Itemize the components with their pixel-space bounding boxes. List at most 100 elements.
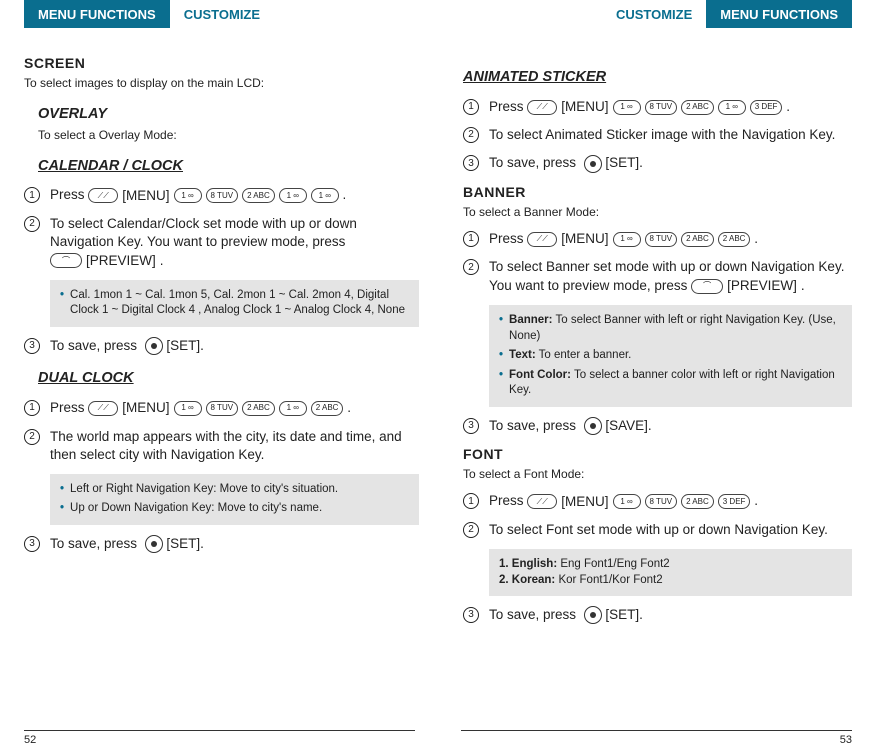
font-step2: To select Font set mode with up or down … bbox=[489, 521, 852, 539]
dual-step1: Press ⟋⟋ [MENU] 1 ∞ 8 TUV 2 ABC 1 ∞ 2 AB… bbox=[50, 399, 419, 418]
banner-step2: To select Banner set mode with up or dow… bbox=[489, 258, 852, 295]
text: Press bbox=[489, 99, 524, 114]
bullet-icon: • bbox=[499, 348, 503, 364]
font-steps: 1 Press ⟋⟋ [MENU] 1 ∞ 8 TUV 2 ABC 3 DEF … bbox=[463, 492, 852, 539]
page-53: CUSTOMIZE MENU FUNCTIONS ANIMATED STICKE… bbox=[437, 0, 874, 754]
dual-step3-list: 3 To save, press [SET]. bbox=[24, 535, 419, 553]
keypad-3-icon: 3 DEF bbox=[750, 100, 783, 115]
bullet-icon: • bbox=[60, 288, 64, 319]
keypad-2-icon: 2 ABC bbox=[718, 232, 751, 247]
keypad-1-icon: 1 ∞ bbox=[279, 188, 307, 203]
note-val: Eng Font1/Eng Font2 bbox=[557, 558, 670, 570]
tab-menu-functions: MENU FUNCTIONS bbox=[706, 0, 852, 28]
banner-step1: Press ⟋⟋ [MENU] 1 ∞ 8 TUV 2 ABC 2 ABC . bbox=[489, 230, 852, 249]
keypad-1-icon: 1 ∞ bbox=[279, 401, 307, 416]
sub-banner: To select a Banner Mode: bbox=[463, 204, 852, 220]
text: . bbox=[754, 231, 758, 246]
content-right: ANIMATED STICKER 1 Press ⟋⟋ [MENU] 1 ∞ 8… bbox=[463, 28, 852, 624]
keypad-2-icon: 2 ABC bbox=[681, 494, 714, 509]
set-label: [SET]. bbox=[166, 338, 204, 353]
note-val: To enter a banner. bbox=[536, 349, 632, 361]
select-key-icon bbox=[584, 606, 602, 624]
step-number: 2 bbox=[24, 216, 40, 232]
banner-step3: To save, press [SAVE]. bbox=[489, 417, 852, 435]
text: To save, press bbox=[489, 607, 576, 622]
sub-overlay: To select a Overlay Mode: bbox=[38, 127, 419, 143]
note-text: Font Color: To select a banner color wit… bbox=[509, 368, 842, 399]
menu-label: [MENU] bbox=[122, 187, 169, 205]
header-tabs-left: MENU FUNCTIONS CUSTOMIZE bbox=[24, 0, 419, 28]
soft-key-icon: ⟋⟋ bbox=[527, 100, 557, 115]
animated-step3: To save, press [SET]. bbox=[489, 154, 852, 172]
set-label: [SET]. bbox=[605, 607, 643, 622]
keypad-1-icon: 1 ∞ bbox=[718, 100, 746, 115]
note-text: Left or Right Navigation Key: Move to ci… bbox=[70, 482, 338, 498]
heading-font: FONT bbox=[463, 445, 852, 464]
sub-screen: To select images to display on the main … bbox=[24, 75, 419, 91]
bullet-icon: • bbox=[60, 482, 64, 498]
preview-label: [PREVIEW] bbox=[86, 252, 156, 270]
keypad-8-icon: 8 TUV bbox=[645, 494, 678, 509]
soft-key-icon: ⟋⟋ bbox=[527, 494, 557, 509]
heading-animated-sticker: ANIMATED STICKER bbox=[463, 68, 852, 88]
keypad-2-icon: 2 ABC bbox=[681, 100, 714, 115]
note-text: Banner: To select Banner with left or ri… bbox=[509, 313, 842, 344]
text: Press bbox=[489, 231, 524, 246]
note-text: Text: To enter a banner. bbox=[509, 348, 631, 364]
bullet-icon: • bbox=[499, 313, 503, 344]
menu-label: [MENU] bbox=[561, 230, 608, 248]
text: To save, press bbox=[489, 418, 576, 433]
preview-label: [PREVIEW] bbox=[727, 277, 797, 295]
content-left: SCREEN To select images to display on th… bbox=[24, 28, 419, 553]
page-number-right: 53 bbox=[461, 730, 852, 746]
note-key: 2. Korean: bbox=[499, 574, 555, 586]
animated-step2: To select Animated Sticker image with th… bbox=[489, 126, 852, 144]
menu-label: [MENU] bbox=[561, 98, 608, 116]
heading-banner: BANNER bbox=[463, 183, 852, 202]
text: To save, press bbox=[489, 155, 576, 170]
banner-note: •Banner: To select Banner with left or r… bbox=[489, 305, 852, 407]
save-label: [SAVE]. bbox=[605, 418, 651, 433]
tab-customize: CUSTOMIZE bbox=[170, 0, 274, 28]
keypad-2-icon: 2 ABC bbox=[681, 232, 714, 247]
dual-note: • Left or Right Navigation Key: Move to c… bbox=[50, 474, 419, 525]
step-number: 3 bbox=[24, 536, 40, 552]
step-number: 2 bbox=[24, 429, 40, 445]
note-val: Kor Font1/Kor Font2 bbox=[555, 574, 662, 586]
text: . bbox=[754, 493, 758, 508]
keypad-8-icon: 8 TUV bbox=[645, 232, 678, 247]
keypad-1-icon: 1 ∞ bbox=[311, 188, 339, 203]
keypad-3-icon: 3 DEF bbox=[718, 494, 751, 509]
sub-font: To select a Font Mode: bbox=[463, 466, 852, 482]
keypad-2-icon: 2 ABC bbox=[242, 401, 275, 416]
page-52: MENU FUNCTIONS CUSTOMIZE SCREEN To selec… bbox=[0, 0, 437, 754]
keypad-8-icon: 8 TUV bbox=[206, 401, 239, 416]
step-number: 3 bbox=[463, 607, 479, 623]
bullet-icon: • bbox=[60, 501, 64, 517]
menu-label: [MENU] bbox=[561, 493, 608, 511]
keypad-1-icon: 1 ∞ bbox=[613, 494, 641, 509]
soft-key-icon: ⟋⟋ bbox=[527, 232, 557, 247]
step-number: 3 bbox=[24, 338, 40, 354]
keypad-1-icon: 1 ∞ bbox=[174, 401, 202, 416]
note-key: Banner: bbox=[509, 314, 552, 326]
heading-calendar-clock: CALENDAR / CLOCK bbox=[38, 157, 419, 177]
calendar-steps: 1 Press ⟋⟋ [MENU] 1 ∞ 8 TUV 2 ABC 1 ∞ 1 … bbox=[24, 186, 419, 270]
note-val: To select Banner with left or right Navi… bbox=[509, 314, 836, 342]
text: . bbox=[347, 400, 351, 415]
select-key-icon bbox=[584, 155, 602, 173]
calendar-step1: Press ⟋⟋ [MENU] 1 ∞ 8 TUV 2 ABC 1 ∞ 1 ∞ … bbox=[50, 186, 419, 205]
bullet-icon: • bbox=[499, 368, 503, 399]
note-key: Font Color: bbox=[509, 369, 571, 381]
calendar-note: •Cal. 1mon 1 ~ Cal. 1mon 5, Cal. 2mon 1 … bbox=[50, 280, 419, 327]
step-number: 3 bbox=[463, 418, 479, 434]
dual-step3: To save, press [SET]. bbox=[50, 535, 419, 553]
tab-menu-functions: MENU FUNCTIONS bbox=[24, 0, 170, 28]
text: Press bbox=[50, 400, 85, 415]
step-number: 1 bbox=[463, 99, 479, 115]
font-step1: Press ⟋⟋ [MENU] 1 ∞ 8 TUV 2 ABC 3 DEF . bbox=[489, 492, 852, 511]
font-step3: To save, press [SET]. bbox=[489, 606, 852, 624]
note-key: Text: bbox=[509, 349, 536, 361]
text: To save, press bbox=[50, 338, 137, 353]
soft-key-icon: ⌒ bbox=[691, 279, 723, 294]
